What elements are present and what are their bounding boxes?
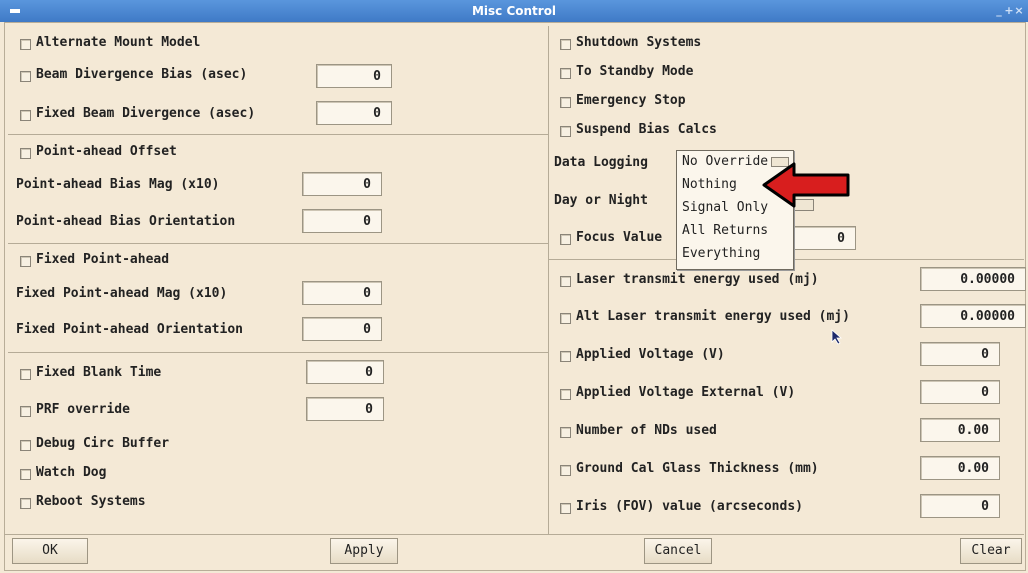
estop-label: Emergency Stop xyxy=(576,93,686,108)
point-ahead-offset-checkbox[interactable] xyxy=(20,148,31,159)
prf-override-label: PRF override xyxy=(36,402,130,417)
reboot-label: Reboot Systems xyxy=(36,494,146,509)
mouse-cursor-icon xyxy=(831,329,843,345)
pa-bias-mag-input[interactable]: 0 xyxy=(302,172,382,196)
watch-dog-checkbox[interactable] xyxy=(20,469,31,480)
fixed-beam-div-checkbox[interactable] xyxy=(20,110,31,121)
prf-override-input[interactable]: 0 xyxy=(306,397,384,421)
separator xyxy=(8,352,548,353)
num-nds-input[interactable]: 0.00 xyxy=(920,418,1000,442)
applied-voltage-ext-checkbox[interactable] xyxy=(560,389,571,400)
cancel-button[interactable]: Cancel xyxy=(644,538,712,564)
fpa-orient-label: Fixed Point-ahead Orientation xyxy=(16,322,243,337)
applied-voltage-input[interactable]: 0 xyxy=(920,342,1000,366)
annotation-arrow-icon xyxy=(762,162,850,208)
glass-thickness-input[interactable]: 0.00 xyxy=(920,456,1000,480)
applied-voltage-label: Applied Voltage (V) xyxy=(576,347,725,362)
pa-bias-mag-label: Point-ahead Bias Mag (x10) xyxy=(16,177,220,192)
laser-energy-checkbox[interactable] xyxy=(560,276,571,287)
alternate-mount-checkbox[interactable] xyxy=(20,39,31,50)
num-nds-checkbox[interactable] xyxy=(560,427,571,438)
beam-div-bias-label: Beam Divergence Bias (asec) xyxy=(36,67,248,82)
applied-voltage-ext-label: Applied Voltage External (V) xyxy=(576,385,796,400)
alternate-mount-label: Alternate Mount Model xyxy=(36,35,201,50)
suspend-bias-checkbox[interactable] xyxy=(560,126,571,137)
focus-label: Focus Value xyxy=(576,230,663,245)
data-logging-label: Data Logging xyxy=(554,155,648,170)
glass-thickness-label: Ground Cal Glass Thickness (mm) xyxy=(576,461,819,476)
dropdown-option-everything[interactable]: Everything xyxy=(682,246,760,261)
standby-checkbox[interactable] xyxy=(560,68,571,79)
focus-checkbox[interactable] xyxy=(560,234,571,245)
iris-label: Iris (FOV) value (arcseconds) xyxy=(576,499,803,514)
shutdown-checkbox[interactable] xyxy=(560,39,571,50)
fpa-orient-input[interactable]: 0 xyxy=(302,317,382,341)
fpa-mag-input[interactable]: 0 xyxy=(302,281,382,305)
prf-override-checkbox[interactable] xyxy=(20,406,31,417)
separator xyxy=(4,534,1024,535)
fixed-blank-checkbox[interactable] xyxy=(20,369,31,380)
separator xyxy=(8,243,548,244)
beam-div-bias-checkbox[interactable] xyxy=(20,71,31,82)
alt-laser-energy-label: Alt Laser transmit energy used (mj) xyxy=(576,309,850,324)
fpa-mag-label: Fixed Point-ahead Mag (x10) xyxy=(16,286,228,301)
shutdown-label: Shutdown Systems xyxy=(576,35,702,50)
window-title: Misc Control xyxy=(471,4,557,18)
close-icon[interactable]: × xyxy=(1012,4,1026,18)
iris-input[interactable]: 0 xyxy=(920,494,1000,518)
glass-thickness-checkbox[interactable] xyxy=(560,465,571,476)
clear-button[interactable]: Clear xyxy=(960,538,1022,564)
applied-voltage-ext-input[interactable]: 0 xyxy=(920,380,1000,404)
alt-laser-energy-checkbox[interactable] xyxy=(560,313,571,324)
debug-circ-checkbox[interactable] xyxy=(20,440,31,451)
debug-circ-label: Debug Circ Buffer xyxy=(36,436,170,451)
fixed-blank-label: Fixed Blank Time xyxy=(36,365,162,380)
pa-bias-orient-input[interactable]: 0 xyxy=(302,209,382,233)
applied-voltage-checkbox[interactable] xyxy=(560,351,571,362)
focus-input[interactable]: 0 xyxy=(786,226,856,250)
dropdown-option-no-override[interactable]: No Override xyxy=(682,154,768,169)
standby-label: To Standby Mode xyxy=(576,64,694,79)
dropdown-option-nothing[interactable]: Nothing xyxy=(682,177,737,192)
separator xyxy=(8,134,548,135)
suspend-bias-label: Suspend Bias Calcs xyxy=(576,122,717,137)
fixed-blank-input[interactable]: 0 xyxy=(306,360,384,384)
reboot-checkbox[interactable] xyxy=(20,498,31,509)
dropdown-option-all-returns[interactable]: All Returns xyxy=(682,223,768,238)
apply-button[interactable]: Apply xyxy=(330,538,398,564)
alt-laser-energy-input[interactable]: 0.00000 xyxy=(920,304,1026,328)
point-ahead-offset-label: Point-ahead Offset xyxy=(36,144,177,159)
num-nds-label: Number of NDs used xyxy=(576,423,717,438)
window-titlebar: Misc Control _ + × xyxy=(0,0,1028,22)
ok-button[interactable]: OK xyxy=(12,538,88,564)
laser-energy-label: Laser transmit energy used (mj) xyxy=(576,272,819,287)
day-night-label: Day or Night xyxy=(554,193,648,208)
pa-bias-orient-label: Point-ahead Bias Orientation xyxy=(16,214,236,229)
iris-checkbox[interactable] xyxy=(560,503,571,514)
laser-energy-input[interactable]: 0.00000 xyxy=(920,267,1026,291)
fixed-point-ahead-label: Fixed Point-ahead xyxy=(36,252,170,267)
fixed-point-ahead-checkbox[interactable] xyxy=(20,256,31,267)
beam-div-bias-input[interactable]: 0 xyxy=(316,64,392,88)
annotation-arrow-shape xyxy=(762,162,850,208)
dropdown-option-signal-only[interactable]: Signal Only xyxy=(682,200,768,215)
estop-checkbox[interactable] xyxy=(560,97,571,108)
fixed-beam-div-label: Fixed Beam Divergence (asec) xyxy=(36,106,256,121)
column-divider xyxy=(548,26,549,534)
watch-dog-label: Watch Dog xyxy=(36,465,107,480)
fixed-beam-div-input[interactable]: 0 xyxy=(316,101,392,125)
